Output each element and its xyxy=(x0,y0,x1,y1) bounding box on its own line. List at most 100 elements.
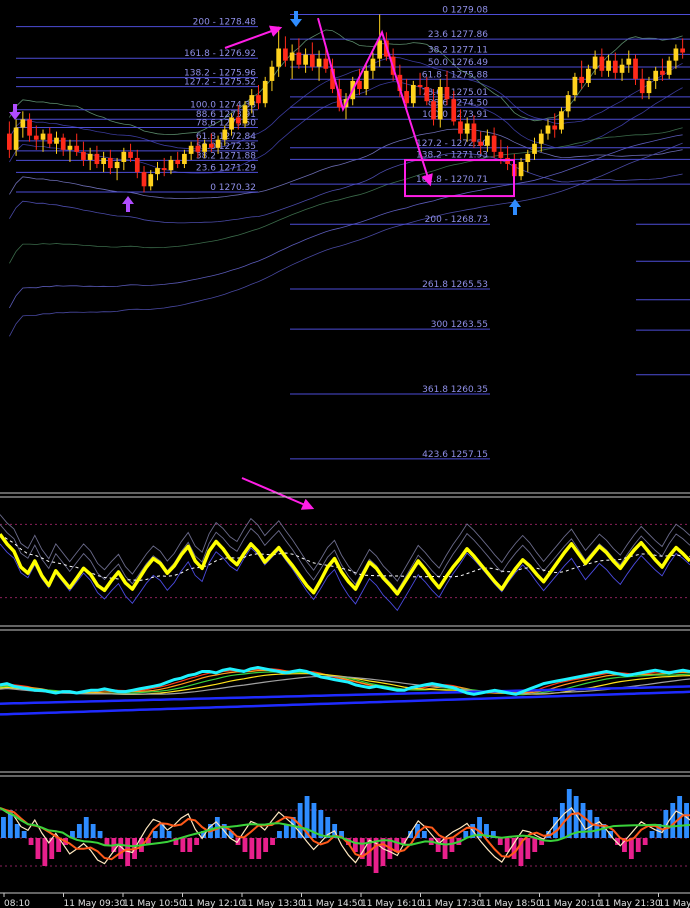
candle-body xyxy=(87,153,93,160)
candle-body xyxy=(437,87,443,120)
candle-body xyxy=(33,135,39,140)
histogram-bar xyxy=(270,838,275,845)
histogram-bar xyxy=(449,838,455,852)
candle-body xyxy=(680,48,685,53)
time-label: 11 May 13:30 xyxy=(242,899,304,908)
histogram-bar xyxy=(642,838,648,845)
candle-body xyxy=(208,143,214,148)
candle-body xyxy=(464,123,470,134)
candle-body xyxy=(323,58,329,69)
histogram-bar xyxy=(14,824,20,838)
histogram-bar xyxy=(256,838,262,859)
histogram-bar xyxy=(21,831,27,838)
fib-left-label: 161.8 - 1276.92 xyxy=(184,49,256,59)
candle-body xyxy=(572,76,578,96)
histogram-bar xyxy=(635,838,641,852)
candle-body xyxy=(545,125,551,134)
histogram-bar xyxy=(180,838,186,852)
candle-body xyxy=(269,66,275,81)
candle-body xyxy=(141,172,147,187)
candle-body xyxy=(168,159,174,171)
candle-body xyxy=(13,127,19,150)
fractal-low-arrow-icon-shaft xyxy=(126,204,130,212)
candle-body xyxy=(410,84,416,104)
histogram-bar xyxy=(497,838,503,845)
time-label: 11 May 10:50 xyxy=(123,899,185,908)
fib-extension-label: 300 1263.55 xyxy=(431,320,488,330)
time-label: 11 May xyxy=(659,899,690,908)
candle-body xyxy=(552,125,558,130)
histogram-bar xyxy=(42,838,48,866)
candle-body xyxy=(653,70,659,81)
candle-body xyxy=(256,95,261,104)
fib-extension-label: 200 - 1268.73 xyxy=(425,215,488,225)
candle-body xyxy=(134,157,140,173)
candle-body xyxy=(444,87,450,100)
candle-body xyxy=(215,139,221,148)
candle-body xyxy=(222,129,228,140)
histogram-bar xyxy=(525,838,531,859)
candle-body xyxy=(296,52,302,65)
histogram-bar xyxy=(283,824,289,838)
fib-right-label: 78.6 - 1275.01 xyxy=(422,88,488,98)
candle-body xyxy=(518,161,524,177)
fib-left-label: 200 - 1278.48 xyxy=(193,18,257,28)
fib-left-label: 0 1270.32 xyxy=(210,183,256,193)
histogram-bar xyxy=(187,838,193,852)
candle-body xyxy=(309,54,315,67)
candle-body xyxy=(67,145,73,150)
candle-body xyxy=(161,168,167,171)
candle-body xyxy=(128,151,133,158)
histogram-bar xyxy=(1,817,6,838)
candle-body xyxy=(235,117,241,124)
candle-body xyxy=(276,48,282,67)
candle-body xyxy=(579,76,584,83)
candle-body xyxy=(47,133,53,144)
time-label: 11 May 21:30 xyxy=(599,899,661,908)
candle-body xyxy=(370,58,376,71)
histogram-bar xyxy=(104,838,110,845)
candle-body xyxy=(175,159,181,165)
candle-body xyxy=(94,153,100,165)
candle-body xyxy=(485,135,490,146)
candle-body xyxy=(592,56,598,69)
fib-right-label: 127.2 - 1272.50 xyxy=(416,139,488,149)
time-label: 11 May 16:10 xyxy=(361,899,423,908)
histogram-bar xyxy=(28,838,34,845)
candle-body xyxy=(316,58,322,67)
time-label: 11 May 17:30 xyxy=(421,899,483,908)
candle-body xyxy=(586,68,591,83)
histogram-bar xyxy=(166,831,172,838)
candle-body xyxy=(491,135,497,152)
candle-body xyxy=(60,137,66,150)
candle-body xyxy=(229,117,234,130)
candle-body xyxy=(633,58,638,79)
histogram-bar xyxy=(242,838,248,852)
candle-body xyxy=(303,54,308,65)
histogram-bar xyxy=(249,838,255,859)
candle-body xyxy=(606,60,611,71)
histogram-bar xyxy=(442,838,448,859)
histogram-bar xyxy=(97,831,103,838)
time-label: 08:10 xyxy=(4,899,30,908)
candle-body xyxy=(559,111,564,130)
candle-body xyxy=(424,87,430,102)
fib-extension-label: 423.6 1257.15 xyxy=(422,450,488,460)
candle-body xyxy=(404,91,409,104)
histogram-bar xyxy=(194,838,200,845)
histogram-bar xyxy=(649,831,655,838)
candle-body xyxy=(498,151,504,158)
candle-body xyxy=(249,95,255,106)
histogram-bar xyxy=(532,838,538,852)
candle-body xyxy=(478,141,484,146)
candle-body xyxy=(417,84,423,88)
fib-right-label: 23.6 1277.86 xyxy=(428,30,488,40)
candle-body xyxy=(289,52,295,61)
histogram-bar xyxy=(35,838,41,859)
candle-body xyxy=(451,99,457,122)
candle-body xyxy=(639,78,645,94)
fib-right-label: 0 1279.08 xyxy=(442,5,488,15)
histogram-bar xyxy=(380,838,386,866)
histogram-bar xyxy=(628,838,634,859)
fib-left-label: 127.2 - 1275.52 xyxy=(184,78,256,88)
